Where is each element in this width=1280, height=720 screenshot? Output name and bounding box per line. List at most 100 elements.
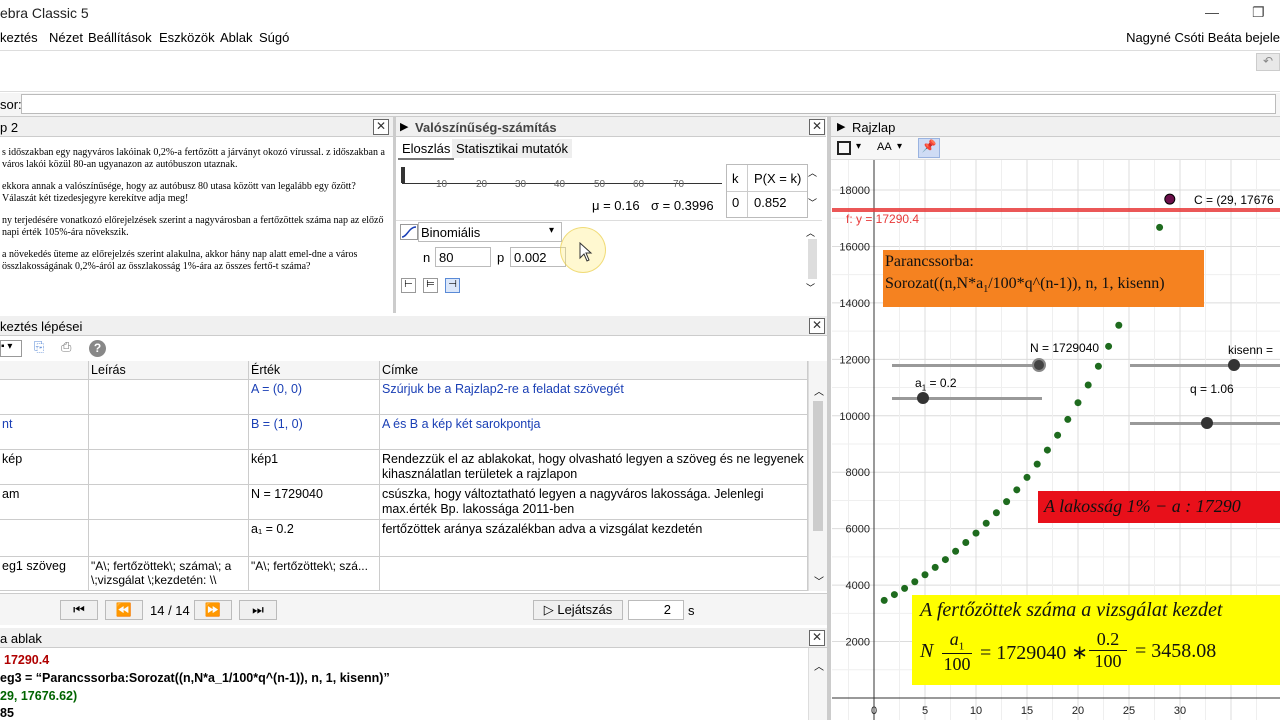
table-cell[interactable]: A és B a kép két sarokpontja <box>380 415 808 450</box>
table-cell[interactable]: kép <box>0 450 89 485</box>
slider-kisenn-track[interactable] <box>1130 364 1280 367</box>
p-input[interactable]: 0.002 <box>510 247 566 267</box>
minimize-icon[interactable]: — <box>1205 4 1219 20</box>
close-icon[interactable]: ✕ <box>373 119 389 135</box>
close-icon[interactable]: ✕ <box>809 318 825 334</box>
pin-icon[interactable]: 📌 <box>918 138 940 158</box>
undo-icon[interactable]: ↶ <box>1256 53 1280 71</box>
n-label: n <box>423 250 431 265</box>
splitter[interactable] <box>827 117 831 720</box>
last-step-button[interactable]: ⏭ <box>239 600 277 620</box>
slider-kisenn-handle[interactable] <box>1228 359 1240 371</box>
graphics-view[interactable]: 18000 16000 14000 12000 10000 8000 6000 4000 200… <box>832 160 1280 720</box>
table-cell[interactable]: kép1 <box>249 450 380 485</box>
interval-icon[interactable]: ⊨ <box>423 278 438 293</box>
distribution-select[interactable]: Binomiális ▾ <box>418 222 562 242</box>
slider-q-handle[interactable] <box>1201 417 1213 429</box>
chevron-down-icon[interactable]: ▾ <box>856 141 861 152</box>
algebra-item[interactable]: 29, 17676.62) <box>0 689 77 703</box>
slider-a1-label: a1 = 0.2 <box>915 376 957 392</box>
tab-statistics[interactable]: Statisztikai mutatók <box>452 139 572 158</box>
collapse-triangle-icon[interactable]: ▶ <box>400 120 408 133</box>
table-cell[interactable]: Szúrjuk be a Rajzlap2-re a feladat szöve… <box>380 380 808 415</box>
table-cell[interactable] <box>380 557 808 591</box>
play-button[interactable]: ▷ Lejátszás <box>533 600 623 620</box>
command-hint-box: Parancssorba: Sorozat((n,N*a1/100*q^(n-1… <box>883 250 1204 307</box>
menu-bar: keztés Nézet Beállítások Eszközök Ablak … <box>0 27 1280 49</box>
print-icon[interactable]: ⎙ <box>61 339 81 358</box>
menu-view[interactable]: Nézet <box>49 30 83 45</box>
column-header[interactable]: Érték <box>249 361 380 380</box>
close-icon[interactable]: ✕ <box>809 630 825 646</box>
square-style-icon[interactable] <box>837 141 851 155</box>
table-cell[interactable]: N = 1729040 <box>249 485 380 520</box>
chevron-down-icon[interactable]: ▾ <box>897 141 902 152</box>
table-cell[interactable] <box>89 520 249 557</box>
n-input[interactable]: 80 <box>435 247 491 267</box>
table-cell[interactable]: am <box>0 485 89 520</box>
table-scrollbar[interactable]: ︿ ﹀ <box>808 164 822 218</box>
table-cell[interactable]: B = (1, 0) <box>249 415 380 450</box>
left-interval-icon[interactable]: ⊢ <box>401 278 416 293</box>
table-cell[interactable]: "A\; fertőzöttek\; szá... <box>249 557 380 591</box>
slider-a1-track[interactable] <box>892 397 1042 400</box>
table-cell[interactable]: A = (0, 0) <box>249 380 380 415</box>
input-bar-label: sor: <box>0 97 22 112</box>
data-point <box>992 509 1000 517</box>
algebra-item[interactable]: 17290.4 <box>4 653 49 667</box>
algebra-panel-title: a ablak <box>0 631 42 646</box>
p-input-value: 0.002 <box>514 250 547 265</box>
user-sign-in-link[interactable]: Nagyné Csóti Beáta bejele <box>1126 30 1280 45</box>
column-header[interactable]: Leírás <box>89 361 249 380</box>
table-cell[interactable]: nt <box>0 415 89 450</box>
table-cell[interactable]: a₁ = 0.2 <box>249 520 380 557</box>
column-select-icon[interactable]: ▪ ▾ <box>0 340 22 357</box>
formula-N: N <box>920 640 934 662</box>
table-cell[interactable] <box>0 520 89 557</box>
table-cell[interactable]: fertőzöttek aránya százalékban adva a vi… <box>380 520 808 557</box>
table-cell[interactable] <box>89 380 249 415</box>
collapse-triangle-icon[interactable]: ▶ <box>837 120 845 133</box>
table-cell[interactable]: csúszka, hogy változtatható legyen a nag… <box>380 485 808 520</box>
slider-N-track[interactable] <box>892 364 1044 367</box>
slider-N-handle[interactable] <box>1032 358 1046 372</box>
table-cell[interactable]: eg1 szöveg <box>0 557 89 591</box>
table-cell[interactable] <box>89 485 249 520</box>
delay-input[interactable]: 2 <box>628 600 684 620</box>
previous-step-button[interactable]: ⏪ <box>105 600 143 620</box>
options-scrollbar[interactable]: ︿ ﹀ <box>806 224 822 304</box>
table-cell[interactable]: Rendezzük el az ablakokat, hogy olvashat… <box>380 450 808 485</box>
slider-a1-handle[interactable] <box>917 392 929 404</box>
table-scrollbar[interactable]: ︿ ﹀ <box>808 361 827 591</box>
table-cell[interactable] <box>89 450 249 485</box>
help-icon[interactable]: ? <box>89 340 106 357</box>
close-icon[interactable]: ✕ <box>809 119 825 135</box>
export-icon[interactable]: ⎘ <box>34 339 54 358</box>
distribution-curve-icon[interactable] <box>400 224 418 240</box>
menu-settings[interactable]: Beállítások <box>88 30 152 45</box>
menu-edit[interactable]: keztés <box>0 30 38 45</box>
probability-panel-header: ▶ Valószínűség-számítás ✕ <box>396 117 826 137</box>
table-cell-p[interactable]: 0.852 <box>754 195 787 210</box>
text-style-label[interactable]: AA <box>877 141 892 153</box>
table-cell[interactable] <box>89 415 249 450</box>
column-header[interactable]: Címke <box>380 361 808 380</box>
algebra-scrollbar[interactable]: ︿ <box>808 648 827 720</box>
y-tick-label: 6000 <box>846 524 870 536</box>
first-step-button[interactable]: ⏮ <box>60 600 98 620</box>
algebra-item[interactable]: eg3 = “Parancssorba:Sorozat((n,N*a_1/100… <box>0 671 390 685</box>
splitter[interactable] <box>393 117 396 313</box>
restore-icon[interactable]: ❐ <box>1252 4 1265 21</box>
next-step-button[interactable]: ⏩ <box>194 600 232 620</box>
input-field[interactable] <box>21 94 1276 114</box>
tab-distribution[interactable]: Eloszlás <box>398 139 455 160</box>
algebra-item[interactable]: 85 <box>0 706 14 720</box>
menu-tools[interactable]: Eszközök <box>159 30 215 45</box>
menu-window[interactable]: Ablak <box>220 30 253 45</box>
table-cell[interactable]: "A\; fertőzöttek\; száma\; a \;vizsgálat… <box>89 557 249 591</box>
right-interval-icon[interactable]: ⊣ <box>445 278 460 293</box>
table-cell[interactable] <box>0 380 89 415</box>
column-header[interactable] <box>0 361 89 380</box>
menu-help[interactable]: Súgó <box>259 30 289 45</box>
table-cell-k[interactable]: 0 <box>732 195 739 210</box>
